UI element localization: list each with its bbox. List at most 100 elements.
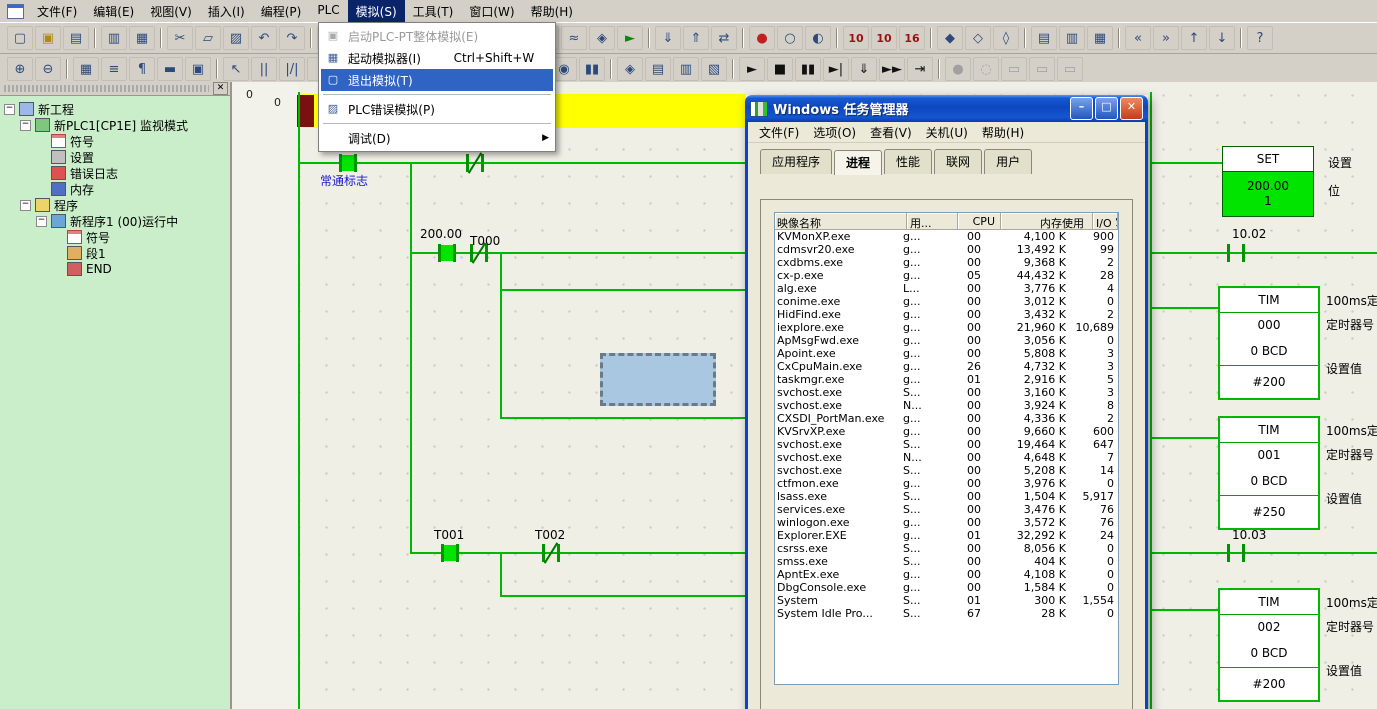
- contact-200-00[interactable]: [438, 244, 456, 262]
- process-row[interactable]: smss.exe S... 00 404 K 0: [775, 555, 1118, 568]
- process-row[interactable]: System S... 01 300 K 1,554: [775, 594, 1118, 607]
- download-to-plc-icon[interactable]: ⇓: [655, 26, 681, 50]
- document-window-icon[interactable]: [7, 4, 24, 19]
- menu-title[interactable]: 文件(F): [752, 122, 806, 143]
- column-header[interactable]: CPU: [958, 213, 1001, 230]
- tab[interactable]: 用户: [984, 149, 1032, 174]
- close-button[interactable]: ✕: [1120, 97, 1143, 120]
- process-row[interactable]: alg.exe L... 00 3,776 K 4: [775, 282, 1118, 295]
- menu-title[interactable]: 查看(V): [863, 122, 919, 143]
- cross-reference-icon[interactable]: ◇: [965, 26, 991, 50]
- zoom-out-icon[interactable]: ⊖: [35, 57, 61, 81]
- watch-tab-icon[interactable]: ◈: [617, 57, 643, 81]
- data-trace-icon[interactable]: ▭: [1057, 57, 1083, 81]
- io-comment-icon[interactable]: ▥: [673, 57, 699, 81]
- debug-window-icon[interactable]: ▭: [1001, 57, 1027, 81]
- undo-icon[interactable]: ↶: [251, 26, 277, 50]
- trace-icon[interactable]: ▭: [1029, 57, 1055, 81]
- contact-closed-icon[interactable]: |/|: [279, 57, 305, 81]
- grid-toggle-icon[interactable]: ▦: [73, 57, 99, 81]
- process-row[interactable]: KVMonXP.exe g... 00 4,100 K 900: [775, 230, 1118, 243]
- task-manager-titlebar[interactable]: Windows 任务管理器 – □ ✕: [745, 95, 1148, 122]
- menu-item[interactable]: ▦ 起动模拟器(I) Ctrl+Shift+W: [321, 47, 553, 69]
- open-file-icon[interactable]: ▣: [35, 26, 61, 50]
- process-row[interactable]: conime.exe g... 00 3,012 K 0: [775, 295, 1118, 308]
- print-icon[interactable]: ▦: [129, 26, 155, 50]
- tree-item[interactable]: 内存: [0, 181, 230, 197]
- process-row[interactable]: services.exe S... 00 3,476 K 76: [775, 503, 1118, 516]
- process-row[interactable]: Apoint.exe g... 00 5,808 K 3: [775, 347, 1118, 360]
- process-row[interactable]: taskmgr.exe g... 01 2,916 K 5: [775, 373, 1118, 386]
- process-row[interactable]: winlogon.exe g... 00 3,572 K 76: [775, 516, 1118, 529]
- process-row[interactable]: CxCpuMain.exe g... 26 4,732 K 3: [775, 360, 1118, 373]
- tim-block-001[interactable]: TIM 001 0 BCD #250: [1218, 416, 1320, 530]
- column-header[interactable]: I/O 写入: [1093, 213, 1118, 230]
- properties-icon[interactable]: ▧: [701, 57, 727, 81]
- sim-run-to-cursor-icon[interactable]: ⇥: [907, 57, 933, 81]
- menu-title[interactable]: 编辑(E): [85, 0, 142, 23]
- process-row[interactable]: ctfmon.exe g... 00 3,976 K 0: [775, 477, 1118, 490]
- contact-10-02[interactable]: [1227, 244, 1245, 262]
- paste-icon[interactable]: ▨: [223, 26, 249, 50]
- indent-right-icon[interactable]: »: [1153, 26, 1179, 50]
- tim-block-000[interactable]: TIM 000 0 BCD #200: [1218, 286, 1320, 400]
- process-row[interactable]: HidFind.exe g... 00 3,432 K 2: [775, 308, 1118, 321]
- tree-expander-icon[interactable]: −: [20, 200, 31, 211]
- cut-icon[interactable]: ✂: [167, 26, 193, 50]
- upload-from-plc-icon[interactable]: ⇑: [683, 26, 709, 50]
- address-reference-icon[interactable]: ◊: [993, 26, 1019, 50]
- tree-expander-icon[interactable]: −: [4, 104, 15, 115]
- copy-icon[interactable]: ▱: [195, 26, 221, 50]
- process-row[interactable]: lsass.exe S... 00 1,504 K 5,917: [775, 490, 1118, 503]
- process-row[interactable]: DbgConsole.exe g... 00 1,584 K 0: [775, 581, 1118, 594]
- process-row[interactable]: System Idle Pro... S... 67 28 K 0: [775, 607, 1118, 620]
- window-cascade-icon[interactable]: ▤: [1031, 26, 1057, 50]
- menu-item[interactable]: ▣ 启动PLC-PT整体模拟(E): [321, 25, 553, 47]
- menu-item[interactable]: ▨ PLC错误模拟(P): [321, 98, 553, 120]
- contact-t004[interactable]: [466, 154, 484, 172]
- force-on-icon[interactable]: ●: [749, 26, 775, 50]
- menu-title[interactable]: 编程(P): [253, 0, 310, 23]
- grid-height-16-icon[interactable]: 16: [899, 26, 925, 50]
- tree-item[interactable]: 段1: [0, 245, 230, 261]
- column-header[interactable]: 用...: [907, 213, 958, 230]
- process-row[interactable]: svchost.exe S... 00 5,208 K 14: [775, 464, 1118, 477]
- compare-with-plc-icon[interactable]: ⇄: [711, 26, 737, 50]
- tree-item[interactable]: − 新程序1 (00)运行中: [0, 213, 230, 229]
- show-rung-annotations-icon[interactable]: ¶: [129, 57, 155, 81]
- select-tool-icon[interactable]: ↖: [223, 57, 249, 81]
- menu-title[interactable]: 窗口(W): [461, 0, 522, 23]
- new-file-icon[interactable]: ▢: [7, 26, 33, 50]
- tab[interactable]: 联网: [934, 149, 982, 174]
- monitor-mode-icon[interactable]: ◈: [589, 26, 615, 50]
- menu-title[interactable]: 插入(I): [200, 0, 253, 23]
- pause-monitor-icon[interactable]: ▮▮: [579, 57, 605, 81]
- minimize-button[interactable]: –: [1070, 97, 1093, 120]
- process-row[interactable]: cx-p.exe g... 05 44,432 K 28: [775, 269, 1118, 282]
- indent-left-icon[interactable]: «: [1125, 26, 1151, 50]
- tree-item[interactable]: − 新工程: [0, 101, 230, 117]
- process-row[interactable]: svchost.exe S... 00 3,160 K 3: [775, 386, 1118, 399]
- menu-item[interactable]: ▢ 退出模拟(T): [321, 69, 553, 91]
- window-tile-vertical-icon[interactable]: ▦: [1087, 26, 1113, 50]
- contact-p-on[interactable]: [339, 154, 357, 172]
- show-symbol-bar-icon[interactable]: ▬: [157, 57, 183, 81]
- tree-item[interactable]: 设置: [0, 149, 230, 165]
- column-header[interactable]: 内存使用: [1001, 213, 1093, 230]
- process-row[interactable]: svchost.exe N... 00 4,648 K 7: [775, 451, 1118, 464]
- menu-title[interactable]: 模拟(S): [348, 0, 405, 23]
- process-row[interactable]: cxdbms.exe g... 00 9,368 K 2: [775, 256, 1118, 269]
- menu-title[interactable]: 帮助(H): [523, 0, 581, 23]
- tab[interactable]: 进程: [834, 150, 882, 175]
- zoom-level-10-icon[interactable]: 10: [843, 26, 869, 50]
- work-online-icon[interactable]: ≈: [561, 26, 587, 50]
- sim-pause-icon[interactable]: ▮▮: [795, 57, 821, 81]
- tab[interactable]: 应用程序: [760, 149, 832, 174]
- help-icon[interactable]: ?: [1247, 26, 1273, 50]
- breakpoint-icon[interactable]: ●: [945, 57, 971, 81]
- menu-title[interactable]: 文件(F): [29, 0, 85, 23]
- move-rung-down-icon[interactable]: ↓: [1209, 26, 1235, 50]
- process-row[interactable]: svchost.exe N... 00 3,924 K 8: [775, 399, 1118, 412]
- contact-open-icon[interactable]: ||: [251, 57, 277, 81]
- contact-t001[interactable]: [441, 544, 459, 562]
